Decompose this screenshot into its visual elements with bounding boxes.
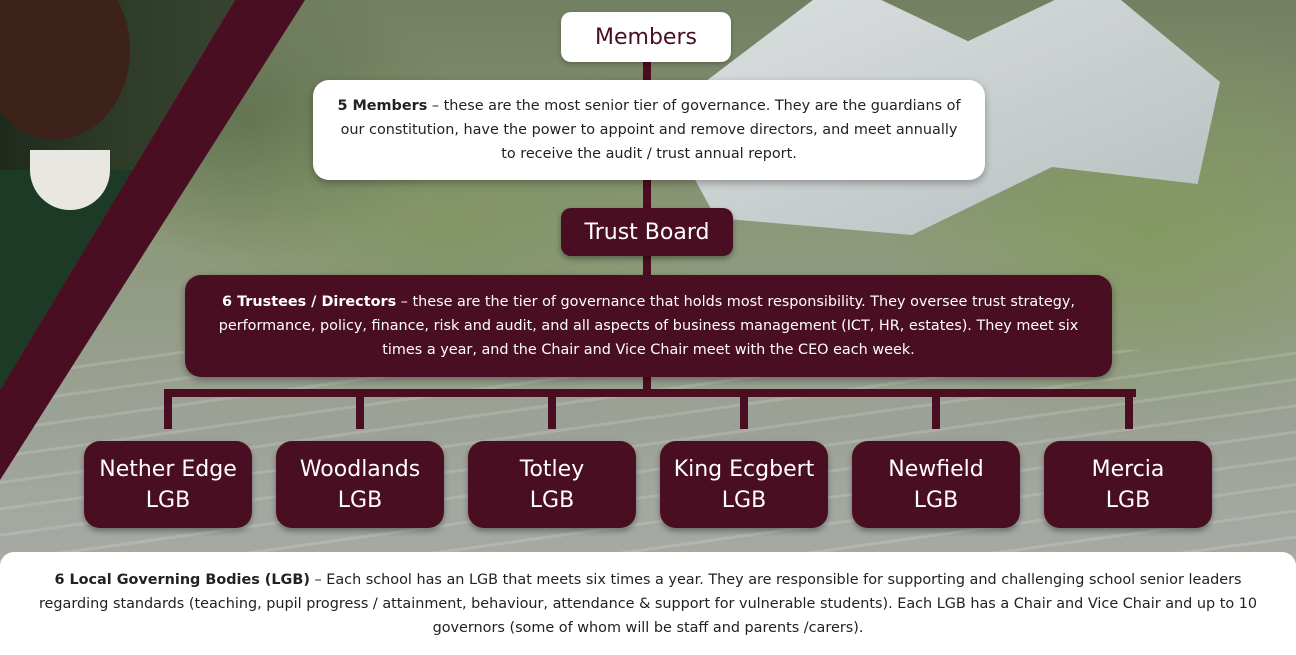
lgb-suffix: LGB [529, 487, 575, 513]
lgb-suffix: LGB [337, 487, 383, 513]
connector-drop-5 [932, 389, 940, 429]
lgb-description: 6 Local Governing Bodies (LGB) – Each sc… [0, 552, 1296, 655]
connector-drop-3 [548, 389, 556, 429]
members-desc-bold: 5 Members [337, 98, 428, 114]
members-label: Members [561, 12, 731, 62]
connector-drop-6 [1125, 389, 1133, 429]
lgb-name: Newfield [888, 456, 984, 482]
lgb-box-mercia: Mercia LGB [1044, 441, 1212, 528]
lgb-name: Totley [519, 456, 585, 482]
lgb-box-newfield: Newfield LGB [852, 441, 1020, 528]
connector-drop-1 [164, 389, 172, 429]
lgb-name: Mercia [1091, 456, 1165, 482]
connector-horizontal [164, 389, 1136, 397]
lgb-box-totley: Totley LGB [468, 441, 636, 528]
members-desc-text: – these are the most senior tier of gove… [340, 98, 961, 162]
lgb-suffix: LGB [145, 487, 191, 513]
trust-board-title: Trust Board [584, 219, 710, 245]
lgb-name: Woodlands [299, 456, 421, 482]
student-face [0, 0, 130, 140]
lgb-box-woodlands: Woodlands LGB [276, 441, 444, 528]
members-description: 5 Members – these are the most senior ti… [313, 80, 985, 180]
trust-board-label: Trust Board [561, 208, 733, 256]
lgb-desc-bold: 6 Local Governing Bodies (LGB) [54, 571, 310, 588]
lgb-suffix: LGB [721, 487, 767, 513]
lgb-name: Nether Edge [99, 456, 237, 482]
members-title: Members [595, 24, 697, 50]
lgb-box-king-ecgbert: King Ecgbert LGB [660, 441, 828, 528]
trustees-desc-bold: 6 Trustees / Directors [222, 294, 397, 310]
lgb-suffix: LGB [1105, 487, 1151, 513]
trustees-description: 6 Trustees / Directors – these are the t… [185, 275, 1112, 377]
lgb-name: King Ecgbert [673, 456, 815, 482]
lgb-box-nether-edge: Nether Edge LGB [84, 441, 252, 528]
lgb-suffix: LGB [913, 487, 959, 513]
connector-drop-4 [740, 389, 748, 429]
connector-drop-2 [356, 389, 364, 429]
